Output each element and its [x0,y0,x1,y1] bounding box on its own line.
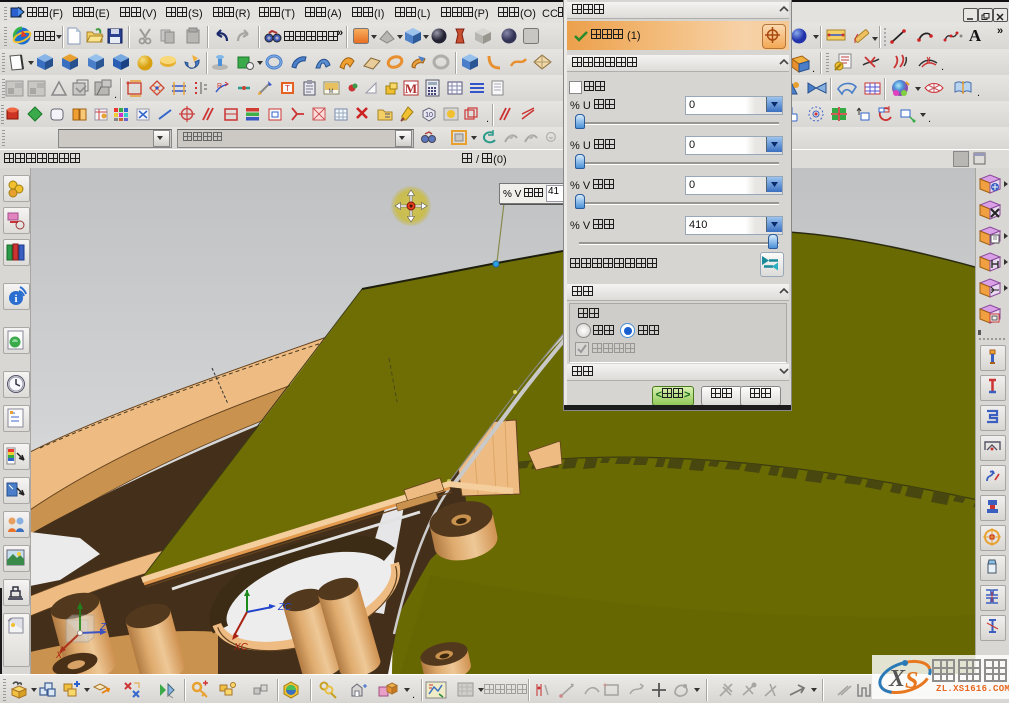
svg-text:S: S [905,668,918,694]
svg-text:i: i [14,293,17,305]
svg-text:R: R [217,83,222,90]
svg-text:T: T [285,84,290,93]
svg-text:M: M [405,81,417,96]
svg-text:Z: Z [99,622,107,633]
svg-text:M: M [329,89,334,95]
svg-text:A: A [969,26,982,44]
svg-text:ZC: ZC [277,602,292,613]
svg-text:X: X [888,666,906,692]
svg-text:XC: XC [233,642,249,653]
svg-text:10: 10 [425,112,433,119]
svg-text:X: X [55,650,63,660]
